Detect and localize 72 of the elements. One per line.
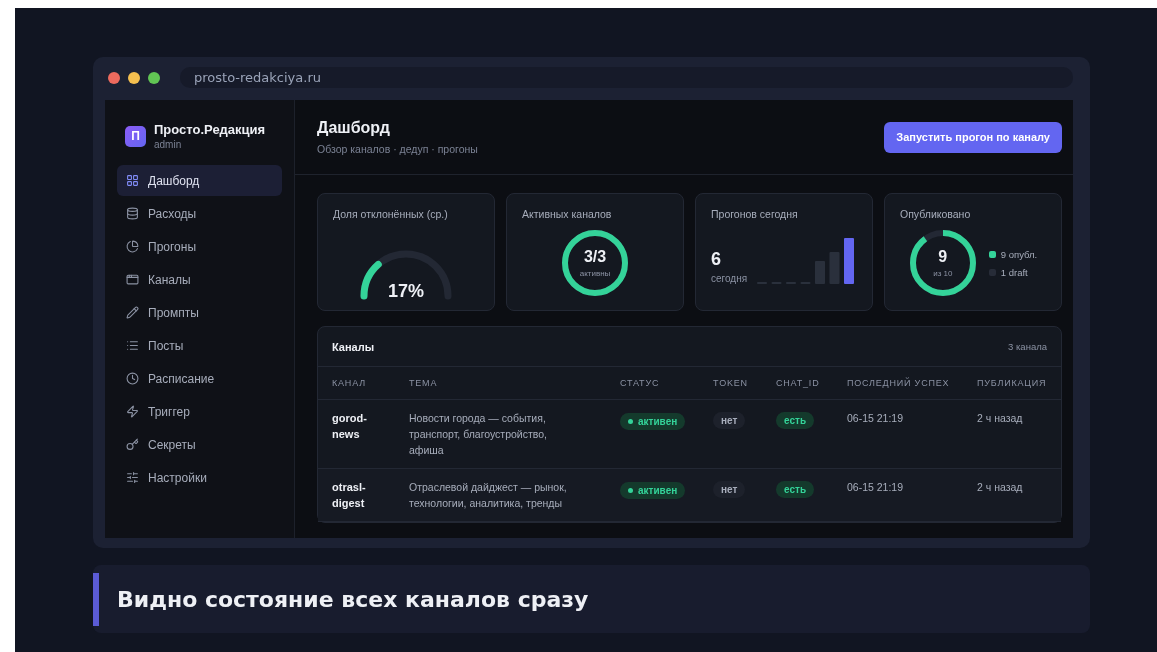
- last-success-cell-text: 06-15 21:19: [847, 480, 905, 495]
- column-header: CHAT_ID: [776, 378, 821, 388]
- grid-icon: [126, 174, 139, 187]
- ring-chart: [561, 229, 629, 297]
- column-header: TOKEN: [713, 378, 749, 388]
- key-icon: [126, 438, 139, 451]
- maximize-dot[interactable]: [148, 71, 160, 84]
- channel-count: 3 канала: [1008, 341, 1047, 352]
- card-title: Опубликовано: [900, 208, 972, 220]
- donut-chart: [908, 229, 977, 297]
- run-button[interactable]: Запустить прогон по каналу: [884, 121, 1062, 153]
- card-title: Активных каналов: [522, 208, 613, 220]
- minimize-dot[interactable]: [128, 71, 140, 84]
- page-title: Дашборд: [317, 119, 391, 137]
- channel-name: otrasl-digest: [332, 480, 367, 511]
- card-title: Доля отклонённых (ср.): [333, 208, 449, 220]
- count-caption: сегодня: [711, 273, 748, 284]
- column-header: ПУБЛИКАЦИЯ: [977, 378, 1047, 388]
- card-title: Прогонов сегодня: [711, 208, 799, 220]
- address-bar[interactable]: prosto-redakciya.ru: [180, 67, 1073, 88]
- brand-logo: П: [125, 125, 146, 147]
- column-header: ПОСЛЕДНИЙ УСПЕХ: [847, 378, 951, 388]
- token-badge: нет: [713, 412, 746, 429]
- nav-item[interactable]: Посты: [117, 330, 282, 361]
- pie-chart-icon: [126, 240, 139, 253]
- status-dot: [628, 488, 633, 493]
- nav-item[interactable]: Промпты: [117, 297, 282, 328]
- brand-name: Просто.Редакция: [154, 122, 266, 137]
- clock-icon: [126, 372, 139, 385]
- token-badge: нет: [713, 481, 746, 498]
- column-header: ТЕМА: [409, 378, 439, 388]
- ring-caption: активны: [579, 269, 611, 278]
- column-header: СТАТУС: [620, 378, 661, 388]
- nav-item[interactable]: Настройки: [117, 462, 282, 493]
- window-icon: [126, 273, 139, 286]
- donut-value: 9: [938, 248, 948, 266]
- ring-value: 3/3: [583, 248, 607, 266]
- gauge-value: 17%: [388, 281, 424, 302]
- user-role: admin: [154, 139, 183, 150]
- channel-name: gorod-news: [332, 411, 368, 442]
- published-cell-text: 2 ч назад: [977, 411, 1024, 426]
- nav-item[interactable]: Расписание: [117, 363, 282, 394]
- chat-id-badge: есть: [776, 481, 815, 498]
- published-cell-text: 2 ч назад: [977, 480, 1024, 495]
- nav-item[interactable]: Прогоны: [117, 231, 282, 262]
- chat-id-badge: есть: [776, 412, 815, 429]
- nav-item[interactable]: Расходы: [117, 198, 282, 229]
- donut-caption: из 10: [933, 269, 953, 278]
- database-icon: [126, 207, 139, 220]
- accent-bar: [93, 572, 99, 626]
- pencil-icon: [126, 306, 139, 319]
- page-subtitle: Обзор каналов · дедуп · прогоны: [317, 143, 478, 155]
- nav-item[interactable]: Каналы: [117, 264, 282, 295]
- nav-item[interactable]: Триггер: [117, 396, 282, 427]
- status-dot: [628, 419, 633, 424]
- column-header: КАНАЛ: [332, 378, 367, 388]
- topic-cell-text: Отраслевой дайджест — рынок, технологии, аналитика, тренды: [409, 480, 568, 511]
- caption-text: Видно состояние всех каналов сразу: [117, 586, 589, 612]
- status-badge: активен: [620, 413, 686, 430]
- nav-item[interactable]: Дашборд: [117, 165, 282, 196]
- count-value: 6: [711, 249, 722, 270]
- close-dot[interactable]: [108, 71, 120, 84]
- last-success-cell-text: 06-15 21:19: [847, 411, 905, 426]
- legend-label: 1 draft: [1000, 266, 1028, 278]
- topic-cell-text: Новости города — события, транспорт, благоустройство, афиша: [409, 411, 548, 458]
- panel-title: Каналы: [332, 340, 375, 353]
- list-icon: [126, 339, 139, 352]
- legend-label: 9 опубл.: [1000, 248, 1038, 260]
- status-badge: активен: [620, 482, 686, 499]
- sliders-icon: [126, 471, 139, 484]
- lightning-icon: [126, 405, 139, 418]
- nav-item[interactable]: Секреты: [117, 429, 282, 460]
